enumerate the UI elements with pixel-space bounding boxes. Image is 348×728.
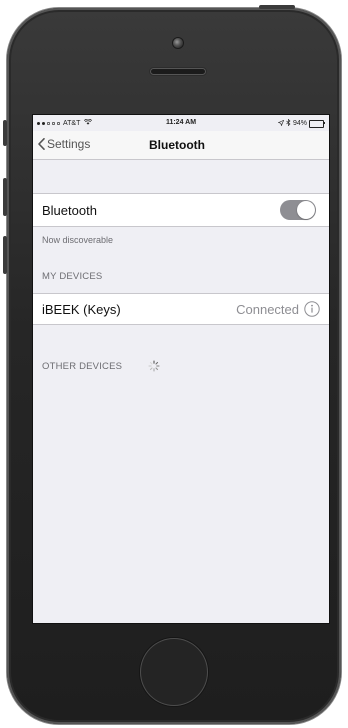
- home-button[interactable]: [140, 638, 208, 706]
- bluetooth-toggle[interactable]: [280, 200, 316, 220]
- device-name: iBEEK (Keys): [42, 302, 121, 317]
- battery-icon: [309, 119, 325, 128]
- screen: AT&T 11:24 AM 94% Settings Bluetooth Blu…: [32, 114, 330, 624]
- toggle-knob: [297, 201, 315, 219]
- phone-frame: AT&T 11:24 AM 94% Settings Bluetooth Blu…: [3, 5, 341, 724]
- info-icon[interactable]: [304, 301, 320, 317]
- back-button[interactable]: Settings: [38, 137, 90, 151]
- chevron-left-icon: [38, 138, 45, 150]
- back-label: Settings: [47, 137, 91, 151]
- location-arrow-icon: [277, 119, 285, 128]
- front-camera: [173, 38, 183, 48]
- bluetooth-toggle-row: Bluetooth: [33, 193, 329, 227]
- status-bar: AT&T 11:24 AM 94%: [33, 115, 329, 131]
- bluetooth-icon: [286, 118, 291, 128]
- device-row[interactable]: iBEEK (Keys) Connected: [33, 293, 329, 325]
- status-right: 94%: [277, 118, 325, 128]
- volume-down-button: [3, 236, 7, 274]
- discoverable-note: Now discoverable: [42, 235, 114, 245]
- earpiece-speaker: [150, 68, 206, 75]
- bluetooth-label: Bluetooth: [42, 203, 97, 218]
- navigation-bar: Settings Bluetooth: [33, 131, 329, 160]
- sleep-button: [259, 5, 295, 9]
- my-devices-header: MY DEVICES: [42, 271, 103, 282]
- battery-percent: 94%: [292, 120, 307, 127]
- device-status: Connected: [236, 302, 299, 317]
- page-title: Bluetooth: [149, 138, 205, 152]
- silent-switch: [3, 120, 7, 146]
- other-devices-header: OTHER DEVICES: [42, 361, 123, 372]
- volume-up-button: [3, 178, 7, 216]
- loading-spinner-icon: [148, 360, 160, 372]
